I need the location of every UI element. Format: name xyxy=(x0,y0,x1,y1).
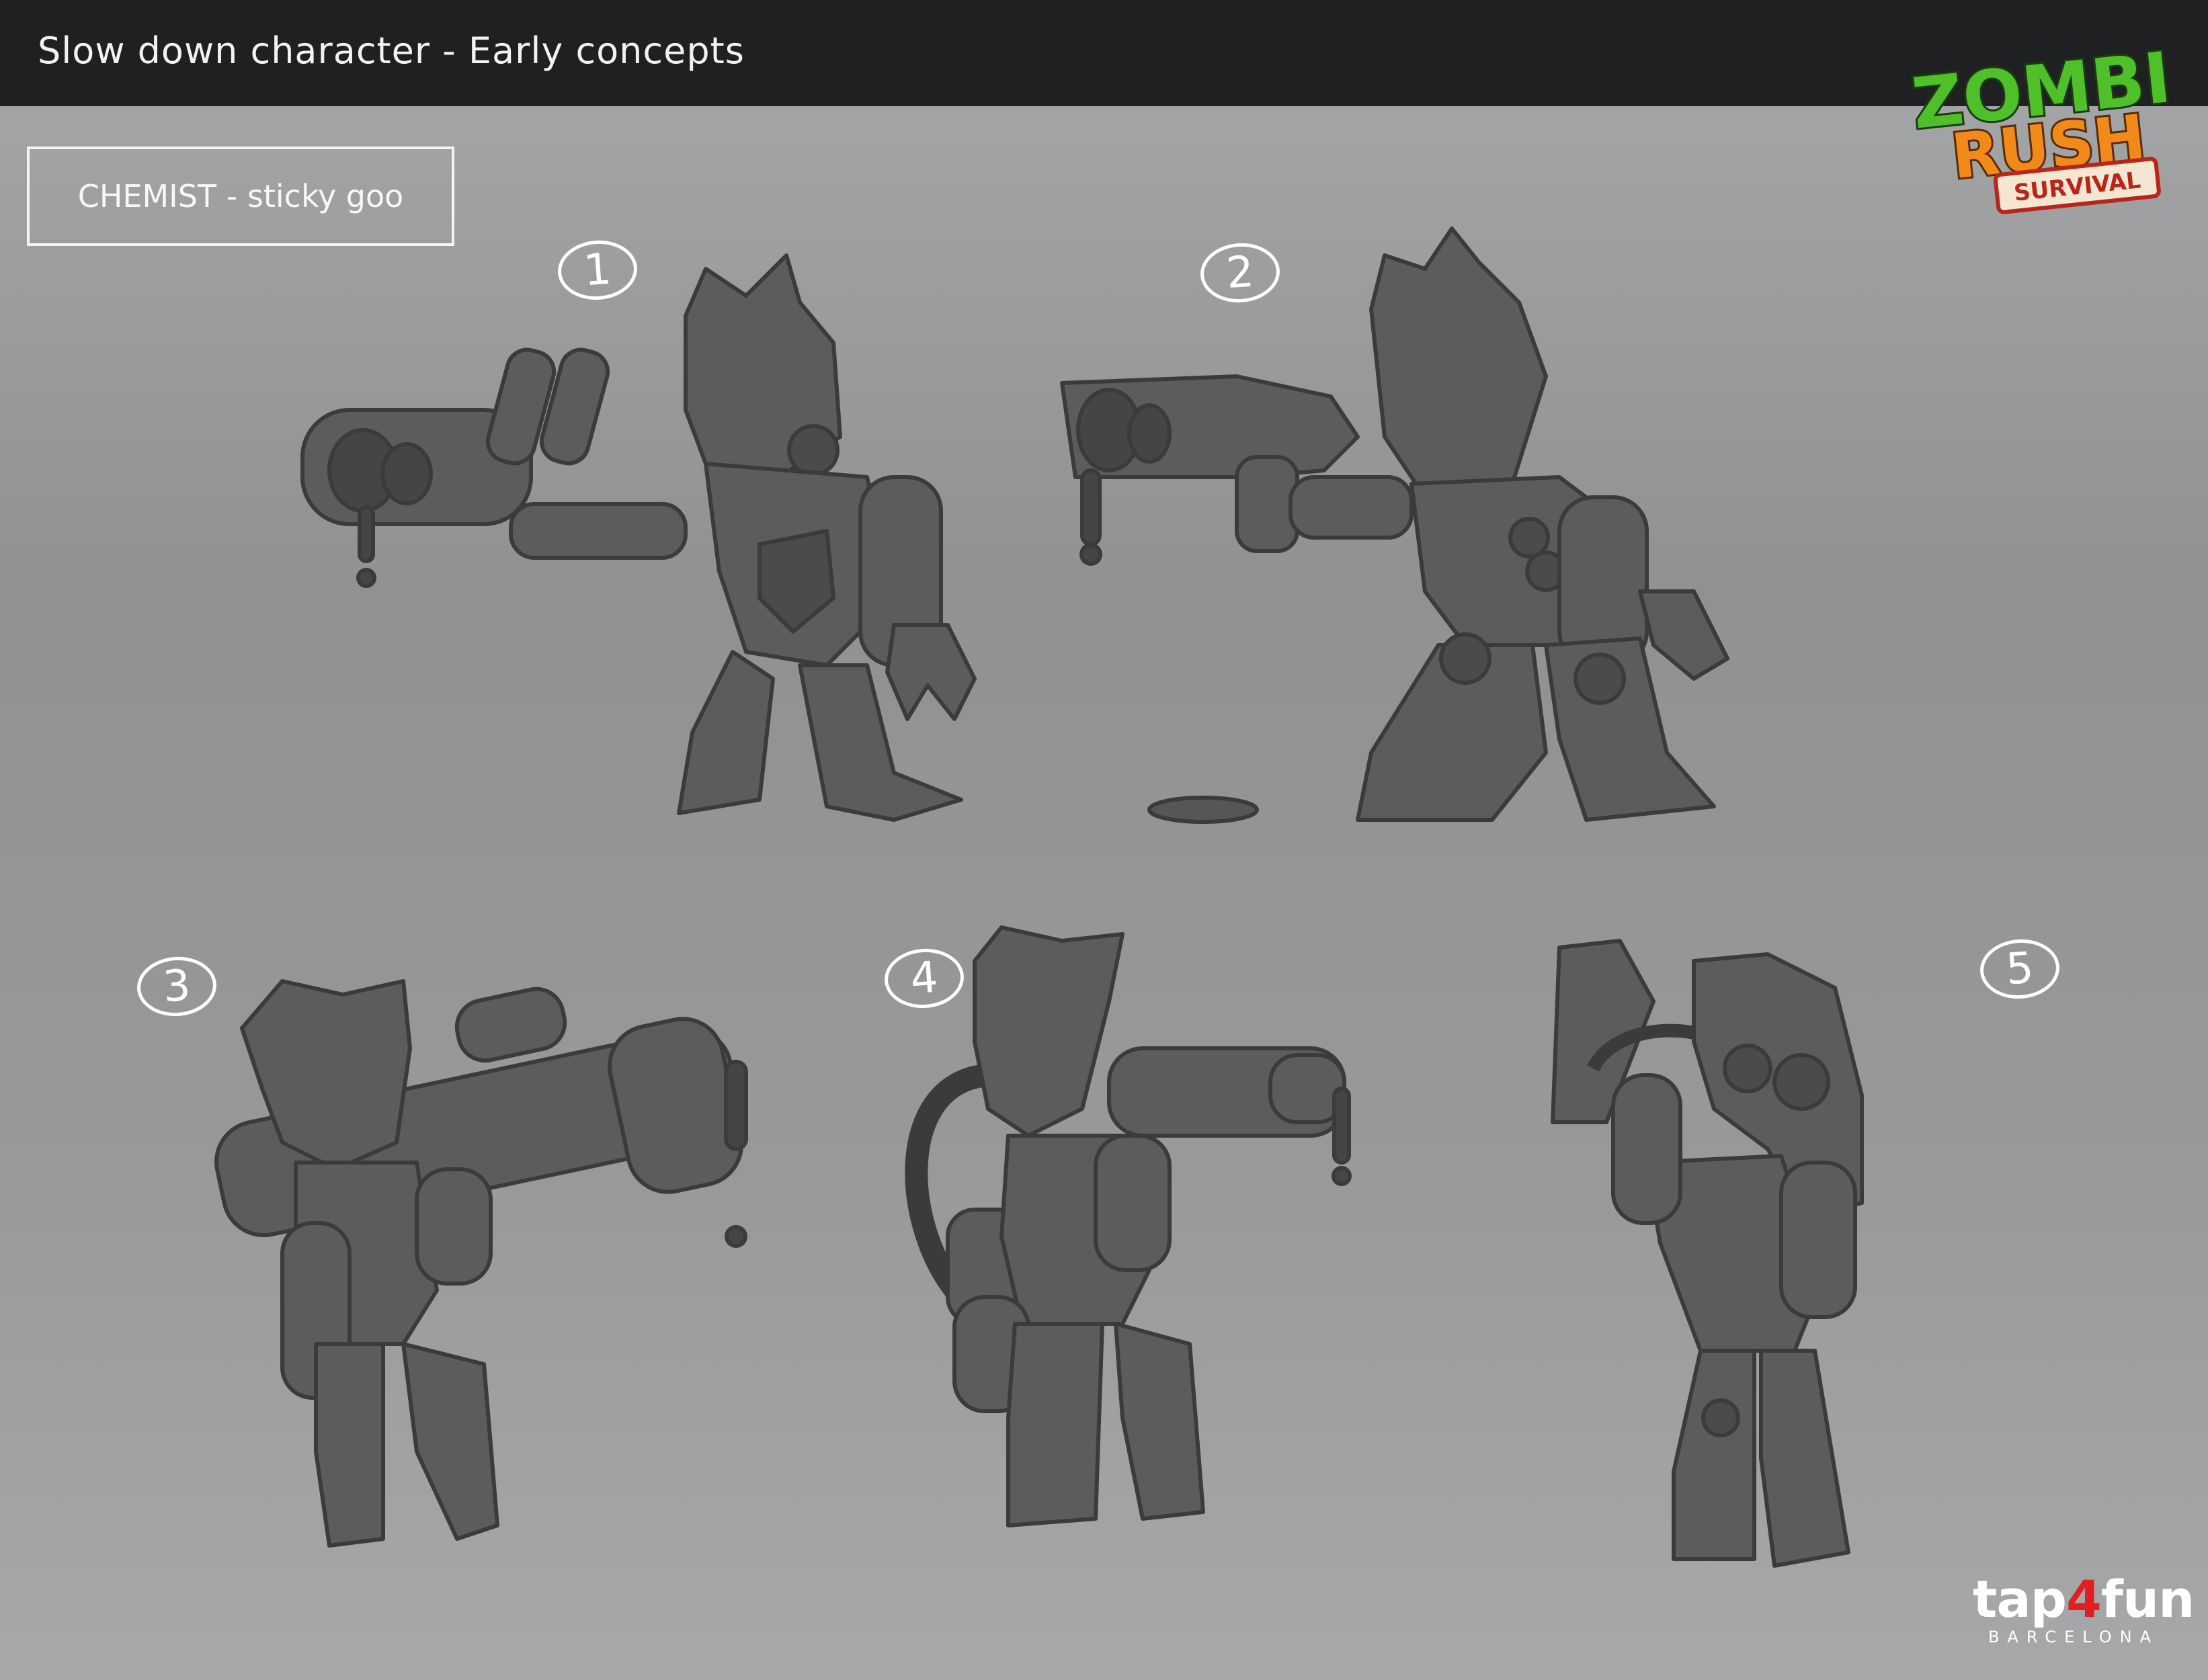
concept-sketch-1 xyxy=(289,249,1082,840)
brand-part-tap: tap xyxy=(1973,1569,2067,1629)
tap4fun-barcelona-logo: tap4fun BARCELONA xyxy=(1973,1569,2195,1650)
brand-part-4: 4 xyxy=(2066,1569,2102,1629)
concept-sketch-2 xyxy=(1049,215,1842,847)
concept-sketch-4 xyxy=(840,921,1425,1566)
header-bar: Slow down character - Early concepts xyxy=(0,0,2208,106)
concept-number-5: 5 xyxy=(1978,936,2061,1002)
concept-sketch-3 xyxy=(202,968,820,1572)
brand-subtitle: BARCELONA xyxy=(1988,1628,2160,1646)
zombie-rush-logo: ZOMBIE RUSH SURVIVAL xyxy=(1902,35,2171,216)
brand-part-fun: fun xyxy=(2100,1569,2195,1629)
variant-label: CHEMIST - sticky goo xyxy=(77,178,404,214)
brand-wordmark: tap4fun xyxy=(1973,1569,2195,1629)
concept-sketch-5 xyxy=(1539,934,1969,1579)
variant-label-box: CHEMIST - sticky goo xyxy=(27,146,454,246)
page-title: Slow down character - Early concepts xyxy=(38,30,745,72)
